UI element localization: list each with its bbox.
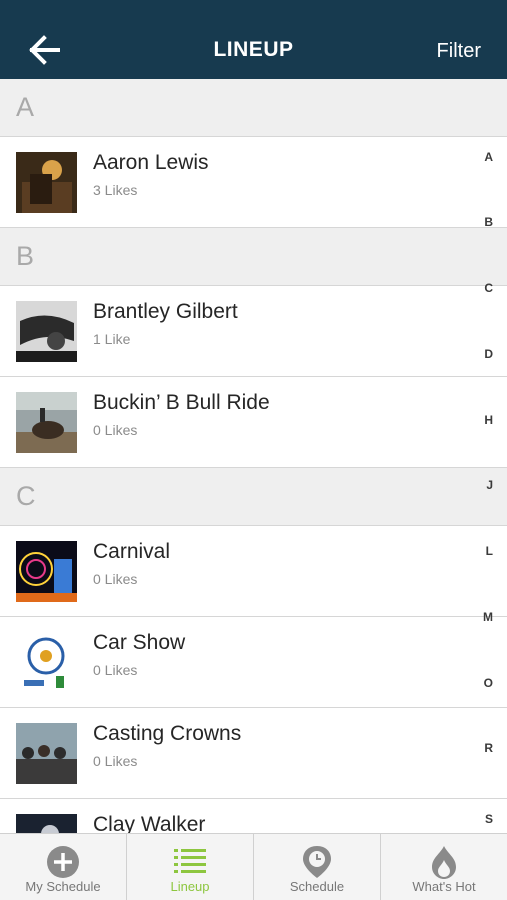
tab-label: Lineup — [170, 879, 210, 894]
plus-circle-icon — [47, 846, 79, 878]
index-letter[interactable]: A — [484, 150, 493, 164]
artist-thumbnail — [16, 392, 77, 453]
artist-thumbnail — [16, 632, 77, 693]
tab-schedule[interactable]: Schedule — [254, 834, 381, 900]
index-letter[interactable]: L — [486, 544, 493, 558]
tab-whats-hot[interactable]: What's Hot — [381, 834, 507, 900]
list-item[interactable]: Car Show 0 Likes — [0, 617, 507, 708]
artist-thumbnail — [16, 723, 77, 784]
artist-thumbnail — [16, 301, 77, 362]
filter-button[interactable]: Filter — [437, 40, 481, 63]
index-letter[interactable]: D — [484, 347, 493, 361]
item-name: Car Show — [93, 631, 186, 654]
item-likes: 3 Likes — [93, 182, 138, 198]
tab-lineup[interactable]: Lineup — [127, 834, 254, 900]
section-header-b: B — [0, 228, 507, 286]
list-item[interactable]: Buckin’ B Bull Ride 0 Likes — [0, 377, 507, 468]
index-letter[interactable]: O — [484, 676, 493, 690]
section-header-a: A — [0, 79, 507, 137]
item-name: Brantley Gilbert — [93, 300, 238, 323]
item-likes: 0 Likes — [93, 422, 138, 438]
top-bar: LINEUP Filter — [0, 0, 507, 79]
artist-thumbnail — [16, 152, 77, 213]
section-header-c: C — [0, 468, 507, 526]
index-letter[interactable]: R — [484, 741, 493, 755]
list-item[interactable]: Casting Crowns 0 Likes — [0, 708, 507, 799]
item-name: Casting Crowns — [93, 722, 242, 745]
list-item[interactable]: Clay Walker — [0, 799, 507, 833]
item-name: Buckin’ B Bull Ride — [93, 391, 270, 414]
list-icon — [174, 849, 206, 873]
page-title: LINEUP — [213, 38, 294, 61]
index-letter[interactable]: B — [484, 215, 493, 229]
index-letter[interactable]: M — [483, 610, 493, 624]
item-likes: 0 Likes — [93, 571, 138, 587]
artist-thumbnail — [16, 541, 77, 602]
artist-thumbnail — [16, 814, 77, 833]
index-letter[interactable]: C — [484, 281, 493, 295]
tab-label: Schedule — [289, 879, 345, 894]
tab-my-schedule[interactable]: My Schedule — [0, 834, 127, 900]
index-letter[interactable]: S — [485, 812, 493, 826]
list-item[interactable]: Brantley Gilbert 1 Like — [0, 286, 507, 377]
item-likes: 0 Likes — [93, 662, 138, 678]
item-name: Carnival — [93, 540, 171, 563]
bottom-tab-bar: My Schedule Lineup Schedule What's Hot — [0, 833, 507, 900]
index-letter[interactable]: H — [484, 413, 493, 427]
lineup-list[interactable]: A Aaron Lewis 3 Likes B Brantley Gilbert… — [0, 79, 507, 833]
list-item[interactable]: Aaron Lewis 3 Likes — [0, 137, 507, 228]
map-pin-icon — [303, 846, 331, 878]
tab-label: My Schedule — [25, 879, 101, 894]
list-item[interactable]: Carnival 0 Likes — [0, 526, 507, 617]
item-likes: 1 Like — [93, 331, 131, 347]
tab-label: What's Hot — [412, 879, 476, 894]
alphabet-index[interactable]: A B C D H J L M O R S — [467, 140, 507, 830]
flame-icon — [432, 846, 456, 879]
index-letter[interactable]: J — [486, 478, 493, 492]
item-name: Clay Walker — [93, 813, 206, 833]
item-likes: 0 Likes — [93, 753, 138, 769]
item-name: Aaron Lewis — [93, 151, 209, 174]
